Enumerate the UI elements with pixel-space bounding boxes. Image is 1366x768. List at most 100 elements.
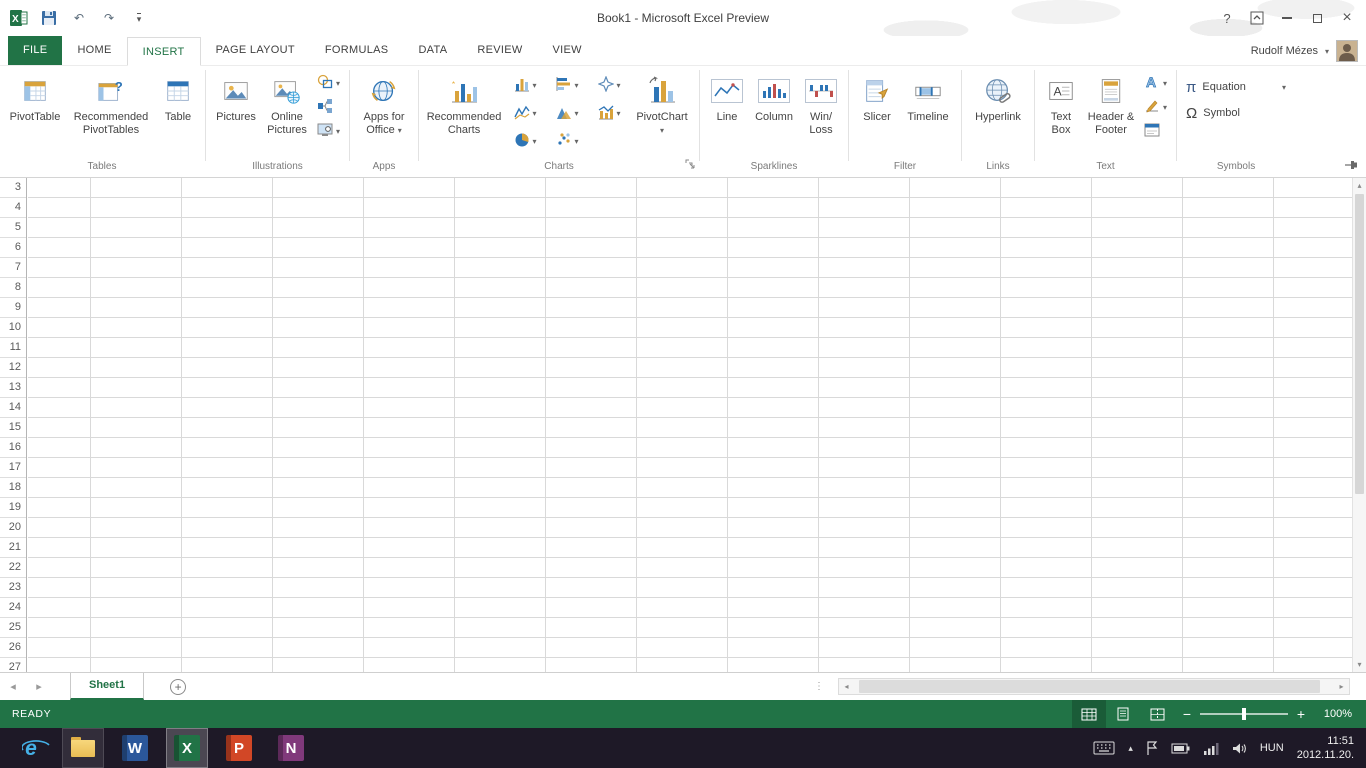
row-header[interactable]: 9 — [0, 298, 26, 318]
vertical-scrollbar[interactable]: ▴ ▾ — [1352, 178, 1366, 672]
text-box-button[interactable]: A Text Box — [1040, 69, 1082, 157]
row-header[interactable]: 21 — [0, 538, 26, 558]
avatar[interactable] — [1336, 40, 1358, 62]
insert-area-chart-button[interactable] — [546, 104, 588, 123]
row-header[interactable]: 11 — [0, 338, 26, 358]
row-header[interactable]: 7 — [0, 258, 26, 278]
row-header[interactable]: 4 — [0, 198, 26, 218]
taskbar-explorer-button[interactable] — [62, 728, 104, 768]
object-button[interactable] — [1140, 119, 1171, 143]
hyperlink-button[interactable]: Hyperlink — [967, 69, 1029, 157]
taskbar-excel-button[interactable]: X — [166, 728, 208, 768]
zoom-slider-thumb[interactable] — [1242, 708, 1246, 720]
zoom-out-button[interactable]: − — [1174, 706, 1200, 722]
symbol-button[interactable]: Ω Symbol — [1182, 100, 1290, 126]
row-header[interactable]: 26 — [0, 638, 26, 658]
insert-stock-surface-chart-button[interactable] — [588, 74, 630, 95]
volume-icon[interactable] — [1232, 742, 1247, 755]
network-signal-icon[interactable] — [1203, 742, 1219, 755]
grid-cells[interactable] — [28, 178, 1352, 672]
view-page-layout-button[interactable] — [1106, 700, 1140, 728]
row-header[interactable]: 24 — [0, 598, 26, 618]
signature-line-button[interactable] — [1140, 95, 1171, 119]
row-header[interactable]: 14 — [0, 398, 26, 418]
recommended-pivottables-button[interactable]: ? Recommended PivotTables — [66, 69, 156, 157]
vertical-scrollbar-thumb[interactable] — [1355, 194, 1364, 494]
insert-combo-chart-button[interactable] — [588, 104, 630, 123]
tab-home[interactable]: HOME — [62, 36, 126, 65]
shapes-button[interactable] — [313, 71, 344, 95]
help-button[interactable]: ? — [1212, 5, 1242, 31]
scroll-right-icon[interactable]: ▸ — [1334, 682, 1349, 691]
pictures-button[interactable]: Pictures — [211, 69, 261, 157]
taskbar-word-button[interactable]: W — [114, 728, 156, 768]
recommended-charts-button[interactable]: Recommended Charts — [424, 69, 504, 157]
row-header[interactable]: 22 — [0, 558, 26, 578]
row-header[interactable]: 19 — [0, 498, 26, 518]
horizontal-scrollbar[interactable]: ◂ ▸ — [838, 678, 1350, 695]
user-account[interactable]: Rudolf Mézes ▾ — [1251, 40, 1358, 62]
row-header[interactable]: 20 — [0, 518, 26, 538]
taskbar-ie-button[interactable]: e — [10, 728, 52, 768]
row-header[interactable]: 3 — [0, 178, 26, 198]
smartart-button[interactable] — [313, 95, 344, 119]
view-normal-button[interactable] — [1072, 700, 1106, 728]
sparkline-winloss-button[interactable]: Win/Loss — [799, 69, 843, 157]
new-sheet-button[interactable]: + — [170, 678, 187, 695]
close-button[interactable]: × — [1332, 5, 1362, 31]
redo-icon[interactable]: ↷ — [96, 5, 122, 31]
row-header[interactable]: 12 — [0, 358, 26, 378]
save-icon[interactable] — [36, 5, 62, 31]
equation-button[interactable]: π Equation — [1182, 74, 1290, 100]
row-header[interactable]: 25 — [0, 618, 26, 638]
excel-app-icon[interactable]: X — [6, 5, 32, 31]
scroll-up-icon[interactable]: ▴ — [1353, 178, 1366, 193]
horizontal-scrollbar-track[interactable] — [854, 679, 1334, 694]
tab-data[interactable]: DATA — [403, 36, 462, 65]
row-header[interactable]: 5 — [0, 218, 26, 238]
slicer-button[interactable]: Slicer — [854, 69, 900, 157]
tab-file[interactable]: FILE — [8, 36, 63, 65]
row-header[interactable]: 10 — [0, 318, 26, 338]
tab-review[interactable]: REVIEW — [462, 36, 537, 65]
zoom-slider[interactable] — [1200, 708, 1288, 720]
row-header[interactable]: 17 — [0, 458, 26, 478]
tab-view[interactable]: VIEW — [538, 36, 597, 65]
table-button[interactable]: Table — [156, 69, 200, 157]
insert-scatter-chart-button[interactable] — [546, 132, 588, 151]
taskbar-powerpoint-button[interactable]: P — [218, 728, 260, 768]
pivotchart-button[interactable]: PivotChart — [630, 69, 694, 157]
row-header[interactable]: 6 — [0, 238, 26, 258]
row-header[interactable]: 8 — [0, 278, 26, 298]
view-page-break-button[interactable] — [1140, 700, 1174, 728]
insert-bar-chart-button[interactable] — [546, 76, 588, 95]
show-hidden-icons-chevron[interactable]: ▴ — [1128, 743, 1133, 754]
tab-insert[interactable]: INSERT — [126, 37, 201, 66]
action-center-flag-icon[interactable] — [1146, 740, 1158, 756]
insert-pie-chart-button[interactable] — [504, 132, 546, 151]
tab-page-layout[interactable]: PAGE LAYOUT — [201, 36, 310, 65]
sparkline-line-button[interactable]: Line — [705, 69, 749, 157]
pivottable-button[interactable]: PivotTable — [4, 69, 66, 157]
row-header[interactable]: 13 — [0, 378, 26, 398]
sheet-nav-right-icon[interactable]: ▸ — [26, 680, 52, 693]
row-header[interactable]: 15 — [0, 418, 26, 438]
insert-line-chart-button[interactable] — [504, 104, 546, 123]
wordart-button[interactable]: A — [1140, 71, 1171, 95]
touch-keyboard-icon[interactable] — [1093, 741, 1115, 755]
screenshot-button[interactable] — [313, 119, 344, 143]
pin-ribbon-button[interactable] — [1344, 159, 1358, 174]
minimize-button[interactable] — [1272, 5, 1302, 31]
row-header[interactable]: 16 — [0, 438, 26, 458]
zoom-level[interactable]: 100% — [1314, 708, 1362, 720]
charts-dialog-launcher-icon[interactable] — [685, 159, 696, 175]
scroll-down-icon[interactable]: ▾ — [1353, 657, 1366, 672]
sheet-tab-sheet1[interactable]: Sheet1 — [70, 673, 145, 700]
tab-formulas[interactable]: FORMULAS — [310, 36, 404, 65]
insert-column-chart-button[interactable] — [504, 76, 546, 95]
customize-qat-icon[interactable]: ▾ — [126, 5, 152, 31]
online-pictures-button[interactable]: Online Pictures — [261, 69, 313, 157]
horizontal-scrollbar-thumb[interactable] — [858, 680, 1320, 693]
header-footer-button[interactable]: Header & Footer — [1082, 69, 1140, 157]
row-header[interactable]: 18 — [0, 478, 26, 498]
